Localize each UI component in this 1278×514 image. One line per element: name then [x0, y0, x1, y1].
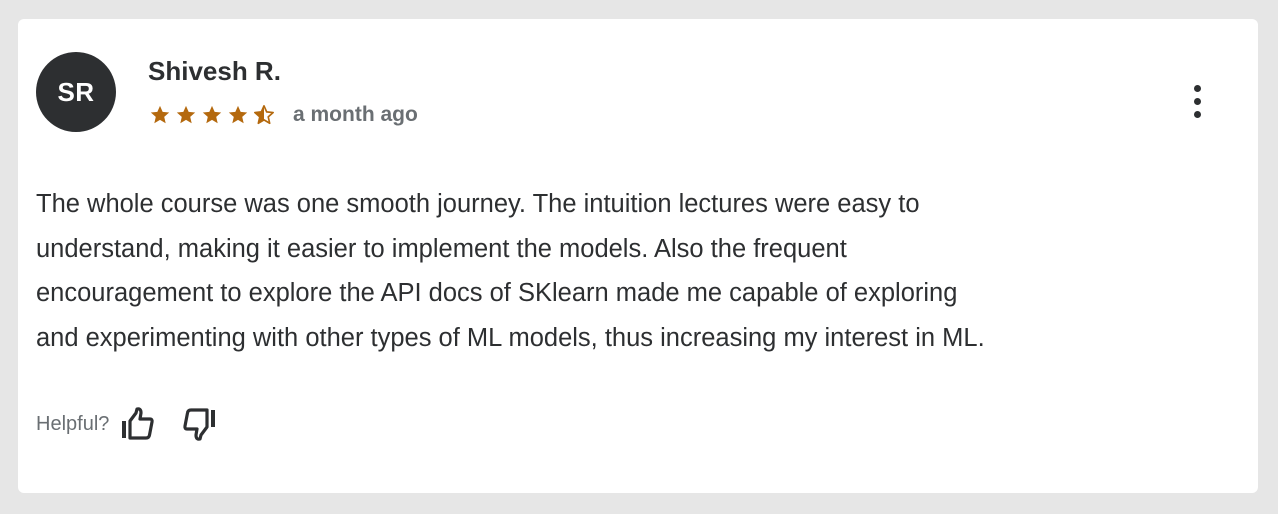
thumbs-down-button[interactable]: [178, 402, 222, 446]
avatar: SR: [36, 52, 116, 132]
review-card: SR Shivesh R. a month ago The whole cour…: [18, 19, 1258, 493]
reviewer-name: Shivesh R.: [148, 56, 281, 86]
helpful-row: Helpful?: [36, 402, 222, 446]
rating-row: a month ago: [149, 101, 418, 129]
review-line: The whole course was one smooth journey.…: [36, 190, 920, 218]
thumbs-down-icon: [183, 408, 216, 441]
thumbs-up-icon: [122, 407, 155, 440]
star-icon: [150, 105, 170, 124]
star-rating: [149, 104, 279, 126]
review-line: encouragement to explore the API docs of…: [36, 279, 958, 307]
review-line: understand, making it easier to implemen…: [36, 234, 847, 263]
more-options-button[interactable]: [1182, 81, 1212, 121]
thumbs-up-button[interactable]: [115, 402, 159, 446]
more-vertical-icon: [1193, 82, 1201, 121]
review-line: and experimenting with other types of ML…: [36, 323, 985, 352]
half-star-icon: [254, 105, 274, 125]
review-time: a month ago: [293, 103, 418, 126]
avatar-initials: SR: [57, 76, 95, 107]
helpful-label: Helpful?: [36, 412, 110, 435]
star-icon: [202, 105, 222, 124]
review-text: The whole course was one smooth journey.…: [36, 182, 1248, 360]
star-icon: [228, 105, 248, 124]
star-icon: [176, 105, 196, 124]
